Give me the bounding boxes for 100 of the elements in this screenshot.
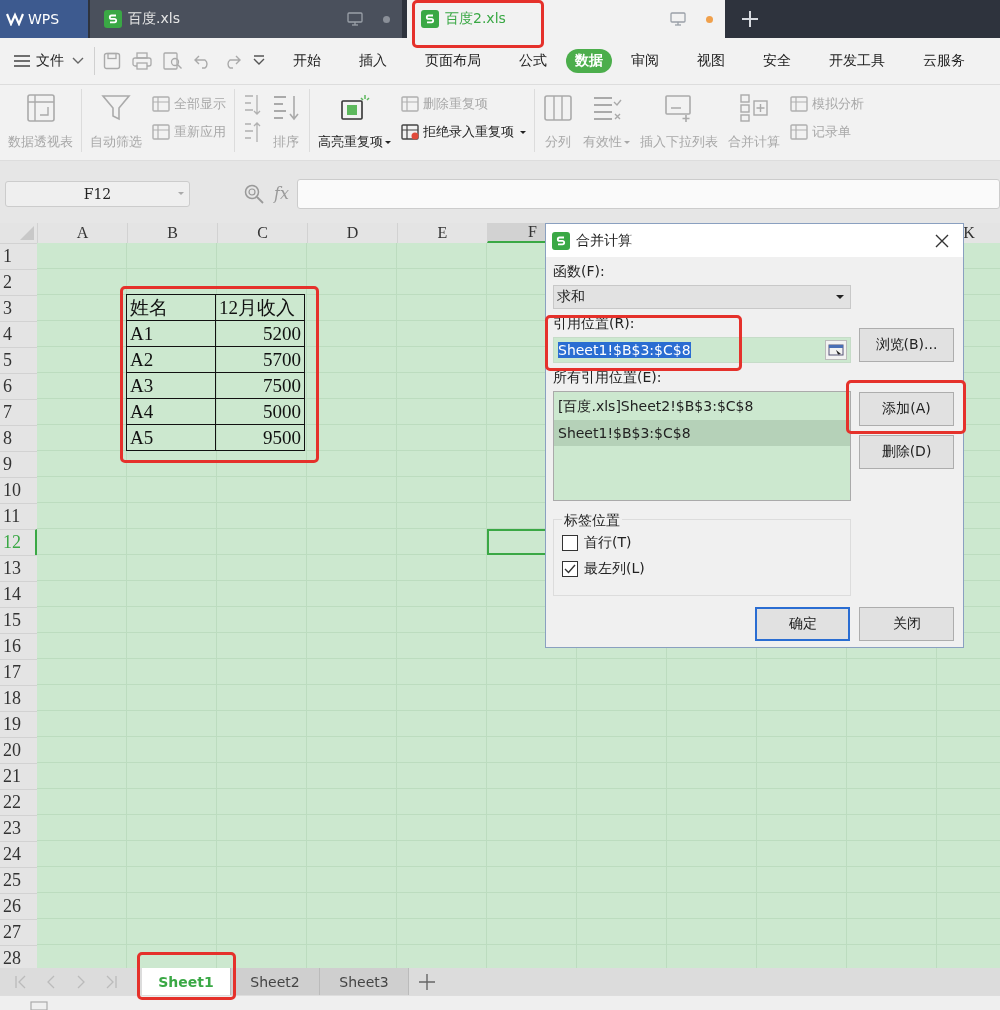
browse-button[interactable]: 浏览(B)... <box>859 328 954 362</box>
search-icon[interactable] <box>244 183 264 204</box>
add-sheet-icon[interactable] <box>419 973 435 990</box>
ribbon-tab[interactable]: 插入 <box>350 49 396 73</box>
save-icon[interactable] <box>103 52 121 70</box>
row-header[interactable]: 13 <box>0 555 37 581</box>
ok-button[interactable]: 确定 <box>755 607 850 641</box>
spreadsheet-icon <box>104 10 122 28</box>
table-icon <box>401 95 419 113</box>
checkbox-label: 首行(T) <box>584 534 632 552</box>
name-box[interactable]: F12 <box>5 180 190 207</box>
merge-icon <box>739 93 769 123</box>
more-icon[interactable] <box>252 55 266 67</box>
row-header[interactable]: 23 <box>0 815 37 841</box>
ribbon-tab[interactable]: 视图 <box>688 49 734 73</box>
row-header[interactable]: 3 <box>0 295 37 321</box>
field-label: 所有引用位置(E): <box>553 369 663 387</box>
checkbox[interactable] <box>562 535 578 551</box>
ribbon-tab[interactable]: 公式 <box>510 49 556 73</box>
table-cell: 12月收入 <box>215 294 305 321</box>
row-header[interactable]: 20 <box>0 737 37 763</box>
home-tab[interactable]: WPS <box>0 0 88 38</box>
field-label: 函数(F): <box>553 263 606 281</box>
keyboard-icon <box>30 1000 48 1010</box>
row-header[interactable]: 25 <box>0 867 37 893</box>
row-header[interactable]: 17 <box>0 659 37 685</box>
reference-list-item[interactable]: [百度.xls]Sheet2!$B$3:$C$8 <box>554 394 850 420</box>
filter-icon <box>101 93 131 123</box>
print-icon[interactable] <box>132 52 152 70</box>
columns-icon <box>543 93 573 123</box>
table-cell: 9500 <box>215 424 305 451</box>
group-title: 标签位置 <box>562 512 622 530</box>
delete-button[interactable]: 删除(D) <box>859 435 954 469</box>
row-header[interactable]: 22 <box>0 789 37 815</box>
row-header[interactable]: 26 <box>0 893 37 919</box>
monitor-icon[interactable] <box>670 12 686 26</box>
row-header[interactable]: 6 <box>0 373 37 399</box>
table-cell: A5 <box>126 424 216 451</box>
ribbon-button[interactable]: 高亮重复项 <box>318 89 391 151</box>
ribbon-tab[interactable]: 页面布局 <box>416 49 490 73</box>
collapse-dialog-icon[interactable] <box>825 340 847 360</box>
row-header[interactable]: 16 <box>0 633 37 659</box>
checkbox[interactable] <box>562 561 578 577</box>
row-header[interactable]: 10 <box>0 477 37 503</box>
row-header[interactable]: 18 <box>0 685 37 711</box>
table-icon <box>152 123 170 141</box>
logo-icon <box>6 12 24 26</box>
table-icon <box>790 95 808 113</box>
function-dropdown[interactable]: 求和 <box>553 285 851 309</box>
spreadsheet-icon <box>421 10 439 28</box>
row-header[interactable]: 4 <box>0 321 37 347</box>
document-tab[interactable]: 百度.xls <box>90 0 402 38</box>
spreadsheet-icon <box>552 231 570 250</box>
ribbon-tab[interactable]: 开发工具 <box>820 49 894 73</box>
table-cell: 姓名 <box>126 294 216 321</box>
close-icon[interactable] <box>935 233 949 248</box>
row-header[interactable]: 5 <box>0 347 37 373</box>
file-menu[interactable]: 文件 <box>0 52 90 70</box>
row-header[interactable]: 7 <box>0 399 37 425</box>
ribbon-tab[interactable]: 开始 <box>284 49 330 73</box>
ribbon-tab[interactable]: 审阅 <box>622 49 668 73</box>
status-dot <box>706 15 713 23</box>
row-header[interactable]: 21 <box>0 763 37 789</box>
row-header[interactable]: 14 <box>0 581 37 607</box>
row-header[interactable]: 28 <box>0 945 37 971</box>
print-preview-icon[interactable] <box>163 52 183 70</box>
row-header[interactable]: 9 <box>0 451 37 477</box>
row-header[interactable]: 2 <box>0 269 37 295</box>
ribbon-tab[interactable]: 安全 <box>754 49 800 73</box>
add-button[interactable]: 添加(A) <box>859 392 954 426</box>
row-header[interactable]: 19 <box>0 711 37 737</box>
row-header[interactable]: 24 <box>0 841 37 867</box>
dialog-title: 合并计算 <box>576 231 633 250</box>
row-header[interactable]: 8 <box>0 425 37 451</box>
chevron-icon <box>72 57 84 65</box>
ribbon-button[interactable]: 拒绝录入重复项 <box>401 123 526 141</box>
close-button[interactable]: 关闭 <box>859 607 954 641</box>
sheet-tab[interactable]: Sheet2 <box>231 968 320 995</box>
row-header[interactable]: 1 <box>0 243 37 269</box>
checkbox-label: 最左列(L) <box>584 560 645 578</box>
menu-icon <box>14 55 30 67</box>
reference-field[interactable]: Sheet1!$B$3:$C$8 <box>553 337 851 363</box>
ribbon-tab[interactable]: 云服务 <box>914 49 974 73</box>
row-header[interactable]: 27 <box>0 919 37 945</box>
sort-icon <box>271 93 301 123</box>
row-header[interactable]: 15 <box>0 607 37 633</box>
dropdown-list-icon <box>664 93 694 123</box>
row-header[interactable]: 11 <box>0 503 37 529</box>
table-icon <box>25 93 56 123</box>
new-tab-icon[interactable] <box>741 10 759 28</box>
sheet-tab[interactable]: Sheet3 <box>320 968 409 995</box>
table-icon <box>401 123 419 141</box>
last-sheet-icon[interactable] <box>104 973 118 990</box>
table-icon <box>152 95 170 113</box>
first-sheet-icon[interactable] <box>14 973 28 990</box>
status-dot <box>383 15 390 23</box>
formula-field[interactable] <box>296 178 1000 209</box>
monitor-icon[interactable] <box>347 12 363 26</box>
select-all-icon[interactable] <box>20 226 34 240</box>
reference-list-item[interactable]: Sheet1!$B$3:$C$8 <box>554 420 850 446</box>
